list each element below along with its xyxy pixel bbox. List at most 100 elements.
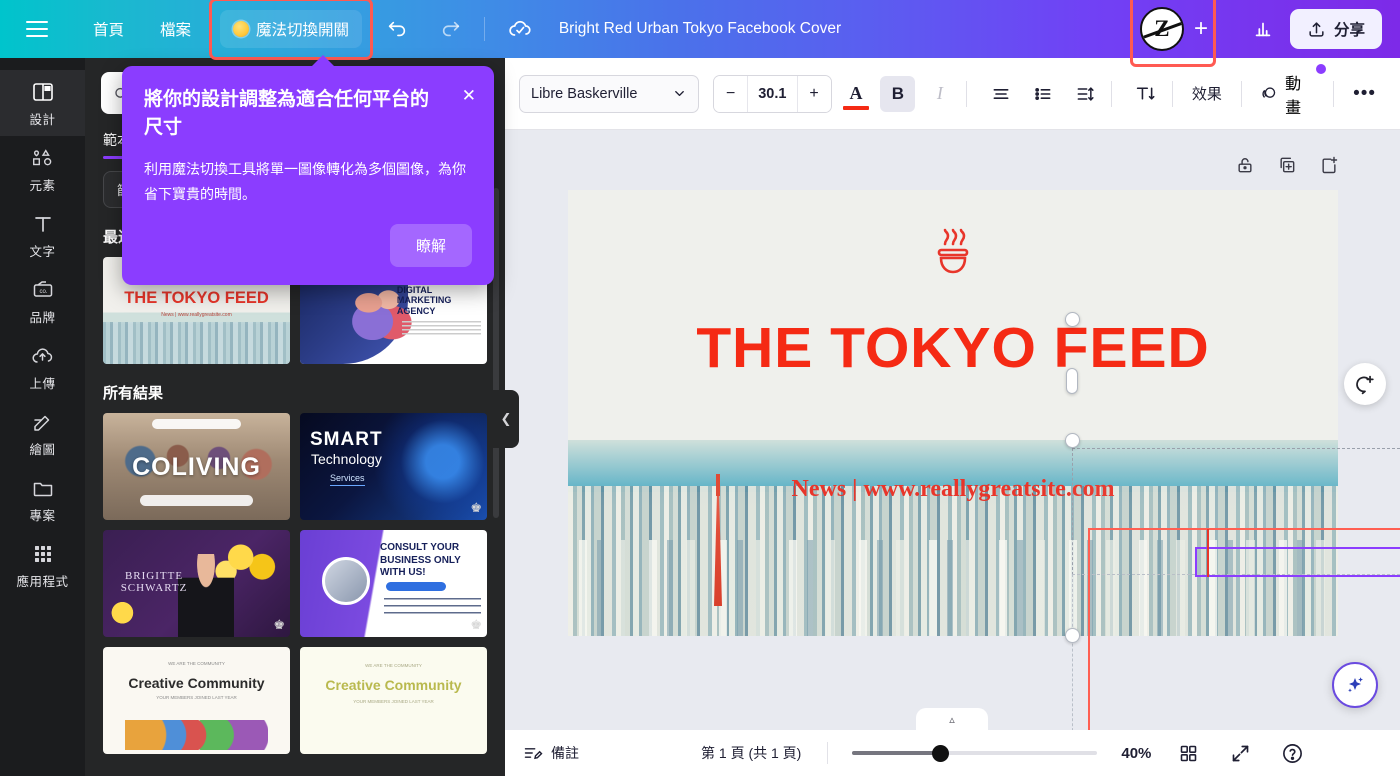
thumb-subtitle: YOUR MEMBERS JOINED LAST YEAR (353, 699, 434, 704)
home-menu-item[interactable]: 首頁 (82, 11, 135, 47)
help-icon[interactable] (1277, 738, 1307, 768)
tooltip-heading: 將你的設計調整為適合任何平台的尺寸 (144, 89, 430, 138)
sidebar-item-brand[interactable]: co. 品牌 (0, 268, 85, 334)
close-icon[interactable]: ✕ (462, 86, 476, 106)
font-size-stepper: − 30.1 + (713, 74, 832, 113)
bullet-list-icon[interactable] (1025, 76, 1060, 112)
effects-button[interactable]: 效果 (1182, 76, 1232, 111)
design-page[interactable]: THE TOKYO FEED News | www.reallygreatsit… (568, 190, 1338, 636)
status-divider (827, 742, 829, 764)
font-size-increase-button[interactable]: + (797, 75, 831, 112)
more-options-button[interactable]: ••• (1343, 76, 1386, 112)
animate-icon (1262, 87, 1276, 98)
sidebar-label-elements: 元素 (29, 179, 56, 193)
font-size-input[interactable]: 30.1 (747, 75, 798, 112)
thumb-art (383, 598, 481, 618)
folder-icon (33, 482, 52, 497)
thumb-art (386, 582, 446, 591)
thumb-subtitle: Services (330, 473, 365, 486)
sidebar-label-design: 設計 (29, 113, 56, 127)
lock-icon[interactable] (1232, 152, 1258, 178)
editor-toolbar: Libre Baskerville − 30.1 + A B I 效果 動畫 •… (505, 58, 1400, 130)
sidebar-item-projects[interactable]: 專案 (0, 466, 85, 532)
sidebar-item-text[interactable]: 文字 (0, 202, 85, 268)
upload-cloud-icon (32, 348, 53, 363)
sidebar-item-design[interactable]: 設計 (0, 70, 85, 136)
sun-icon (233, 21, 250, 37)
font-family-value: Libre Baskerville (531, 85, 638, 102)
grid-view-icon[interactable] (1173, 738, 1203, 768)
animate-button[interactable]: 動畫 (1251, 63, 1327, 124)
expand-icon[interactable] (1225, 738, 1255, 768)
cloud-check-icon[interactable] (501, 10, 539, 48)
tooltip-confirm-button[interactable]: 瞭解 (389, 224, 472, 268)
hamburger-icon[interactable] (26, 16, 52, 42)
text-caret (1207, 529, 1209, 577)
comment-add-icon[interactable] (1344, 363, 1386, 405)
design-headline[interactable]: THE TOKYO FEED (568, 315, 1338, 381)
thumb-title: SMART (310, 429, 383, 450)
position-icon[interactable] (1316, 152, 1342, 178)
bold-button[interactable]: B (880, 75, 916, 112)
font-size-decrease-button[interactable]: − (714, 75, 748, 112)
list-item[interactable]: SMART Technology Services ♚ (300, 413, 487, 520)
italic-button[interactable]: I (922, 76, 957, 112)
thumb-art (125, 720, 268, 750)
sidebar-label-text: 文字 (29, 245, 56, 259)
notes-button[interactable]: 備註 (523, 743, 579, 763)
duplicate-icon[interactable] (1274, 152, 1300, 178)
thumb-art (177, 553, 234, 637)
sidebar-item-draw[interactable]: 繪圖 (0, 400, 85, 466)
avatar[interactable]: Z (1139, 7, 1184, 51)
thumb-art (322, 556, 371, 605)
magic-switch-wrapper: 魔法切換開關 (209, 0, 374, 60)
sidebar-item-elements[interactable]: 元素 (0, 136, 85, 202)
thumb-title: THE TOKYO FEED (124, 289, 269, 307)
font-family-select[interactable]: Libre Baskerville (519, 74, 700, 113)
svg-text:co.: co. (39, 289, 47, 295)
text-direction-icon[interactable] (1128, 76, 1163, 112)
bar-chart-icon[interactable] (1244, 10, 1282, 48)
list-item[interactable]: COLIVING (103, 413, 290, 520)
share-button[interactable]: 分享 (1289, 9, 1382, 49)
upload-icon (1309, 21, 1324, 37)
list-item[interactable]: BRIGITTE SCHWARTZ ♚ (103, 530, 290, 637)
zoom-value[interactable]: 40% (1121, 745, 1151, 762)
align-left-icon[interactable] (983, 76, 1018, 112)
file-menu-item[interactable]: 檔案 (149, 11, 202, 47)
list-item[interactable]: WE ARE THE COMMUNITY Creative Community … (300, 647, 487, 754)
list-item[interactable]: WE ARE THE COMMUNITY Creative Community … (103, 647, 290, 754)
magic-switch-button[interactable]: 魔法切換開關 (220, 10, 363, 48)
thumb-subtitle: News | www.reallygreatsite.com (161, 312, 232, 318)
zoom-slider-fill (852, 751, 941, 755)
timeline-collapse-button[interactable]: ▵ (916, 708, 988, 730)
redo-icon[interactable] (432, 10, 470, 48)
page-indicator: 第 1 頁 (共 1 頁) (701, 745, 802, 761)
thumb-art (402, 321, 481, 335)
pro-crown-icon: ♚ (273, 617, 285, 632)
magic-sparkle-icon[interactable] (1332, 662, 1378, 708)
add-collaborator-button[interactable]: + (1194, 17, 1208, 41)
sidebar-item-apps[interactable]: 應用程式 (0, 532, 85, 598)
design-city-photo[interactable] (568, 440, 1338, 636)
list-item[interactable]: CONSULT YOUR BUSINESS ONLY WITH US! ♚ (300, 530, 487, 637)
sidebar-item-uploads[interactable]: 上傳 (0, 334, 85, 400)
thumb-art (151, 419, 242, 429)
panel-collapse-button[interactable]: ❮ (493, 390, 519, 448)
line-spacing-icon[interactable] (1067, 76, 1102, 112)
canvas-area[interactable]: THE TOKYO FEED News | www.reallygreatsit… (505, 130, 1400, 730)
design-tagline[interactable]: News | www.reallygreatsite.com (568, 476, 1338, 503)
toolbar-divider (1333, 80, 1335, 107)
zoom-slider-knob[interactable] (932, 745, 950, 762)
undo-icon[interactable] (378, 10, 416, 48)
sidebar-label-apps: 應用程式 (16, 575, 69, 589)
animate-badge-dot (1316, 63, 1327, 74)
thumb-title: CONSULT YOUR BUSINESS ONLY WITH US! (380, 542, 461, 578)
toolbar-divider (1240, 80, 1242, 107)
zoom-slider[interactable] (852, 745, 1098, 762)
photo-buildings-front (568, 540, 1338, 636)
thumb-art (140, 495, 253, 506)
sidebar-label-projects: 專案 (29, 509, 56, 523)
text-color-button[interactable]: A (839, 76, 874, 112)
thumb-title: BRIGITTE SCHWARTZ (120, 570, 188, 594)
